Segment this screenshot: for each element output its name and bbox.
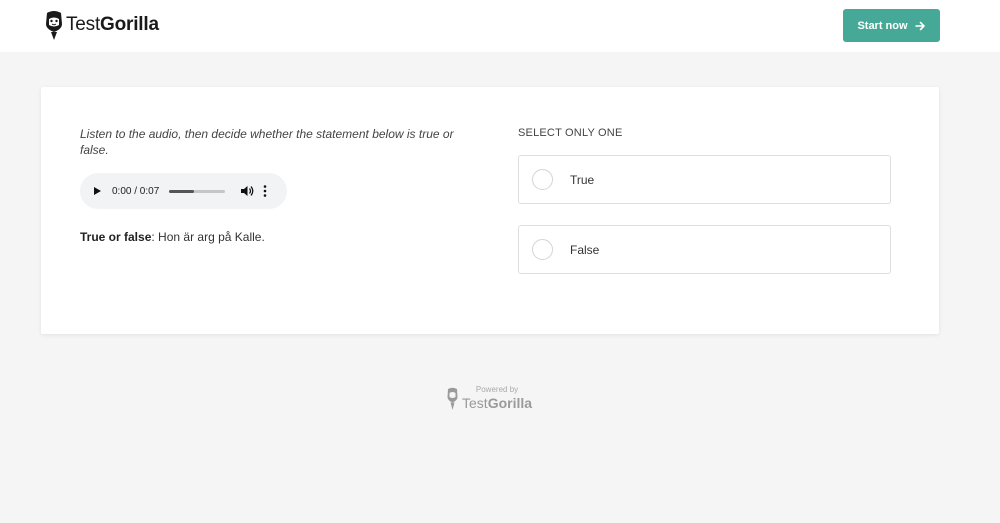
answer-option-label: True [570, 172, 595, 187]
powered-by-text: Powered by TestGorilla [462, 385, 532, 411]
radio-button[interactable] [532, 239, 553, 260]
footer-brand-name: TestGorilla [462, 395, 532, 411]
brand-name-regular: Test [66, 14, 101, 35]
gorilla-logo-icon [447, 387, 458, 410]
top-bar: TestGorilla Start now [0, 0, 1000, 52]
powered-by-logo[interactable]: Powered by TestGorilla [446, 381, 532, 411]
audio-seek-bar[interactable] [169, 189, 225, 193]
arrow-right-icon [914, 21, 925, 30]
volume-icon[interactable] [241, 185, 254, 197]
radio-button[interactable] [532, 169, 553, 190]
answer-option-true[interactable]: True [518, 155, 891, 204]
powered-by-caption: Powered by [475, 385, 519, 394]
brand-name: TestGorilla [66, 14, 159, 36]
question-card: Listen to the audio, then decide whether… [41, 87, 939, 334]
more-options-icon[interactable] [263, 185, 267, 197]
start-now-label: Start now [857, 19, 908, 32]
play-icon[interactable] [92, 186, 102, 196]
footer-brand-bold: Gorilla [487, 395, 533, 411]
audio-player[interactable]: 0:00 / 0:07 [80, 173, 287, 209]
statement-text: Hon är arg på Kalle. [154, 230, 265, 244]
statement: True or false: Hon är arg på Kalle. [80, 230, 265, 244]
testgorilla-logo[interactable]: TestGorilla [44, 9, 159, 41]
answer-option-false[interactable]: False [518, 225, 891, 274]
question-instruction: Listen to the audio, then decide whether… [80, 127, 454, 157]
brand-name-bold: Gorilla [100, 14, 159, 35]
audio-seek-progress [169, 189, 195, 193]
footer-brand-regular: Test [462, 395, 488, 411]
statement-label: True or false [80, 230, 152, 244]
gorilla-logo-icon [46, 10, 62, 40]
answer-option-label: False [570, 242, 600, 257]
start-now-button[interactable]: Start now [843, 9, 940, 42]
audio-time: 0:00 / 0:07 [112, 185, 160, 197]
select-only-one-label: SELECT ONLY ONE [518, 127, 623, 139]
